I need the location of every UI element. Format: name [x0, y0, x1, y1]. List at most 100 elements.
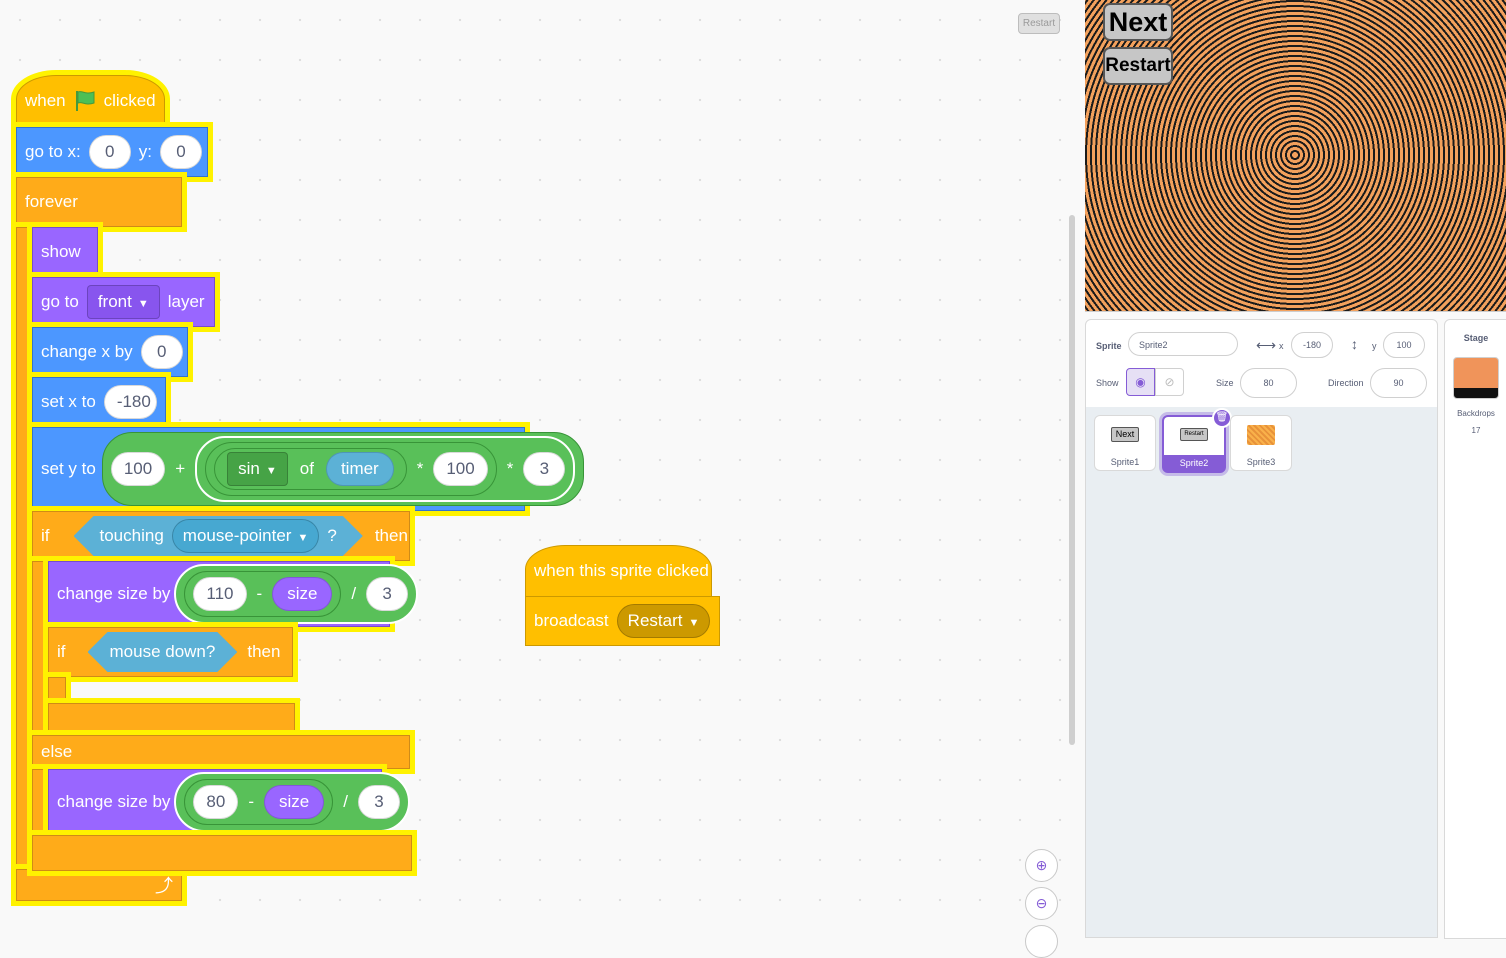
stage-panel[interactable]: Stage Backdrops 17: [1444, 319, 1506, 939]
timer-reporter[interactable]: timer: [325, 452, 394, 486]
setx-label: set x to: [41, 392, 96, 411]
mouse-down-condition[interactable]: mouse down?: [88, 632, 238, 672]
backdrops-label: Backdrops: [1457, 409, 1495, 418]
change-size-block-1[interactable]: change size by 110 - size / 3: [48, 561, 419, 627]
sprite-name: Sprite3: [1246, 457, 1276, 467]
minus-sign-1: -: [256, 584, 263, 603]
divide-operator-2[interactable]: 80 - size / 3: [174, 772, 410, 832]
hat-when-label: when: [25, 91, 66, 110]
sprite-name: Sprite1: [1110, 457, 1140, 467]
sety-mult1-input[interactable]: 100: [433, 452, 488, 486]
goto-x-input[interactable]: 0: [88, 135, 131, 169]
go-to-layer-block[interactable]: go to front ▼ layer: [32, 277, 215, 327]
times-sign-2: *: [506, 459, 514, 478]
go-to-xy-block[interactable]: go to x: 0 y: 0: [16, 127, 208, 177]
if-else-block[interactable]: if touching mouse-pointer ▼ ? then: [32, 511, 410, 561]
set-x-block[interactable]: set x to -180: [32, 377, 166, 427]
change-x-block[interactable]: change x by 0: [32, 327, 188, 377]
direction-field[interactable]: 90: [1370, 368, 1427, 398]
stage-restart-button[interactable]: Restart: [1103, 47, 1173, 85]
sprite-thumbnail: Restart: [1180, 428, 1208, 441]
setx-input[interactable]: -180: [103, 385, 157, 419]
y-label: y: [1372, 341, 1377, 351]
y-field[interactable]: 100: [1383, 332, 1425, 358]
y-arrows-icon: ↕: [1351, 336, 1358, 352]
goto-y-input[interactable]: 0: [160, 135, 202, 169]
sprite-info-panel: Sprite Sprite2 ⟷ x -180 ↕ y 100 Show ◉ ⊘…: [1085, 319, 1438, 409]
goto-y-label: y:: [138, 142, 152, 161]
sety-label: set y to: [41, 459, 96, 478]
sin-dropdown[interactable]: sin ▼: [227, 452, 288, 486]
sety-base-input[interactable]: 100: [110, 452, 166, 486]
eye-icon: ◉: [1135, 375, 1146, 389]
multiply-inner-operator[interactable]: sin ▼ of timer * 100: [205, 442, 497, 496]
layer-suffix-label: layer: [167, 292, 205, 311]
show-block[interactable]: show: [32, 227, 98, 277]
size-reporter-1[interactable]: size: [272, 577, 333, 611]
broadcast-dropdown[interactable]: Restart ▼: [616, 604, 711, 638]
code-area[interactable]: Restart when clicked go to x: 0 y: 0 for…: [0, 0, 1077, 958]
sprite-name-field[interactable]: Sprite2: [1128, 332, 1238, 356]
stage-next-button[interactable]: Next: [1103, 3, 1173, 41]
else-label: else: [41, 742, 73, 761]
touching-label: touching: [99, 526, 164, 545]
size1-div-input[interactable]: 3: [366, 577, 409, 611]
sety-mult2-input[interactable]: 3: [523, 452, 566, 486]
sprite-tile-sprite3[interactable]: Sprite3: [1230, 415, 1292, 471]
broadcast-label: broadcast: [534, 611, 609, 630]
vertical-scrollbar[interactable]: [1069, 215, 1075, 745]
when-flag-clicked-block[interactable]: when clicked: [16, 75, 165, 127]
size-field[interactable]: 80: [1240, 368, 1297, 398]
stage-canvas[interactable]: Next Restart: [1085, 0, 1506, 312]
show-label: show: [41, 242, 81, 261]
of-label: of: [299, 459, 314, 478]
set-y-block[interactable]: set y to 100 + sin ▼ of timer * 100 * 3: [32, 427, 585, 511]
divide-operator-1[interactable]: 110 - size / 3: [174, 564, 419, 624]
if-label: if: [41, 526, 50, 545]
size-reporter-2[interactable]: size: [264, 785, 325, 819]
show-visible-toggle[interactable]: ◉: [1126, 368, 1155, 396]
backdrop-thumbnail[interactable]: [1453, 357, 1499, 399]
touching-condition[interactable]: touching mouse-pointer ▼ ?: [74, 516, 363, 556]
sprite-tile-sprite2[interactable]: Restart Sprite2 🗑: [1162, 408, 1232, 473]
zoom-out-button[interactable]: ⊖: [1025, 887, 1058, 920]
sprite-name: Sprite2: [1179, 458, 1209, 468]
change-size-block-2[interactable]: change size by 80 - size / 3: [48, 769, 410, 835]
backdrops-count: 17: [1471, 426, 1481, 435]
restart-button-small[interactable]: Restart: [1018, 13, 1060, 34]
forever-block[interactable]: forever: [16, 177, 182, 227]
x-label: x: [1279, 341, 1284, 351]
x-field[interactable]: -180: [1291, 332, 1333, 358]
goto-layer-label: go to: [41, 292, 79, 311]
size2-div-input[interactable]: 3: [357, 785, 400, 819]
multiply-outer-operator[interactable]: sin ▼ of timer * 100 * 3: [195, 436, 576, 502]
forever-label: forever: [25, 192, 78, 211]
sprite-tile-sprite1[interactable]: Next Sprite1: [1094, 415, 1156, 471]
changex-input[interactable]: 0: [140, 335, 183, 369]
chevron-down-icon: ▼: [137, 298, 149, 310]
show-hidden-toggle[interactable]: ⊘: [1155, 368, 1184, 396]
when-sprite-clicked-block[interactable]: when this sprite clicked: [525, 545, 712, 597]
sin-of-operator[interactable]: sin ▼ of timer: [214, 448, 407, 490]
divide-sign-1: /: [351, 584, 357, 603]
layer-dropdown[interactable]: front ▼: [86, 285, 160, 319]
zoom-out-icon: ⊖: [1035, 895, 1048, 911]
divide-sign-2: /: [343, 792, 348, 811]
zoom-reset-button[interactable]: [1025, 925, 1058, 958]
delete-sprite-button[interactable]: 🗑: [1212, 408, 1232, 428]
add-operator[interactable]: 100 + sin ▼ of timer * 100 * 3: [101, 432, 585, 506]
subtract-operator-1[interactable]: 110 - size: [184, 571, 342, 617]
size2-a-input[interactable]: 80: [193, 785, 239, 819]
zoom-in-button[interactable]: ⊕: [1025, 849, 1058, 882]
zoom-in-icon: ⊕: [1035, 857, 1048, 873]
changex-label: change x by: [41, 342, 133, 361]
show-label: Show: [1096, 378, 1119, 388]
subtract-operator-2[interactable]: 80 - size: [184, 779, 334, 825]
trash-icon: 🗑: [1215, 412, 1229, 423]
times-sign-1: *: [416, 459, 424, 478]
broadcast-block[interactable]: broadcast Restart ▼: [525, 596, 720, 646]
touching-dropdown[interactable]: mouse-pointer ▼: [172, 519, 320, 553]
x-arrows-icon: ⟷: [1256, 337, 1277, 353]
if-mouse-down-block[interactable]: if mouse down? then: [48, 627, 293, 677]
size1-a-input[interactable]: 110: [193, 577, 247, 611]
